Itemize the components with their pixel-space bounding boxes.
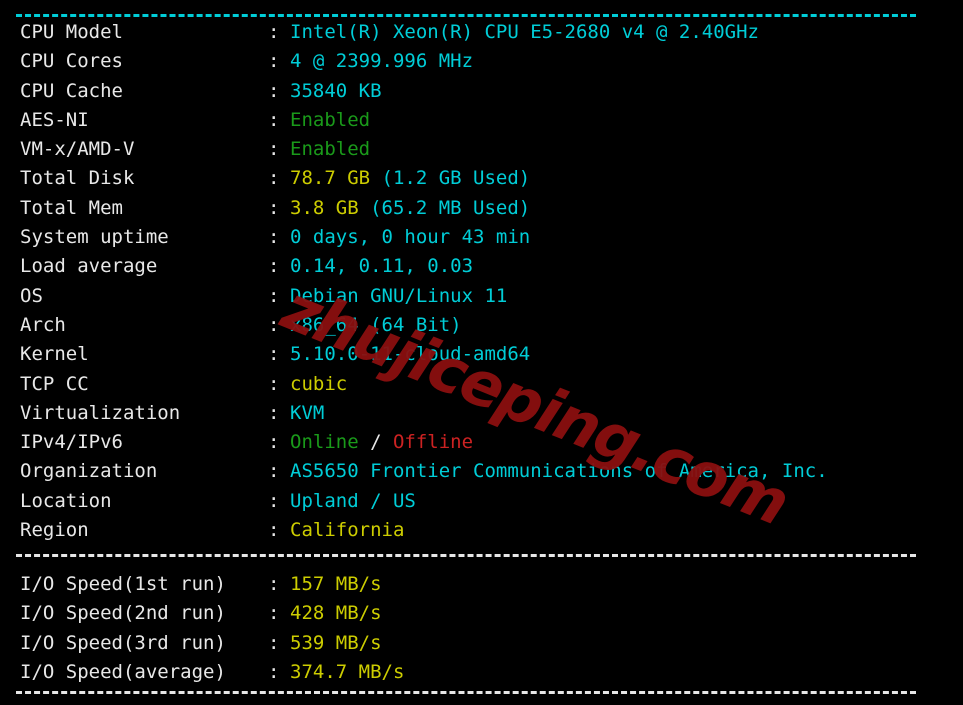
io-speed-block: I/O Speed(1st run):157 MB/s I/O Speed(2nd… <box>20 570 404 687</box>
info-value: 539 MB/s <box>290 631 382 654</box>
info-colon: : <box>268 196 280 219</box>
info-value: Online <box>290 431 359 454</box>
info-label: CPU Cores <box>20 50 123 73</box>
info-row: Location: Upland / US <box>20 487 828 516</box>
info-value: x86_64 (64 Bit) <box>290 313 462 336</box>
info-colon: : <box>268 138 280 161</box>
info-row: CPU Cores:4 @ 2399.996 MHz <box>20 47 828 76</box>
info-colon: : <box>268 519 280 542</box>
info-value: 3.8 GB <box>290 196 359 219</box>
info-label: OS <box>20 284 43 307</box>
info-value: 0 days, 0 hour 43 min <box>290 226 531 249</box>
info-label: AES-NI <box>20 108 89 131</box>
info-value: cubic <box>290 372 348 395</box>
info-label: I/O Speed(2nd run) <box>20 602 226 625</box>
info-value: 5.10.0-11-cloud-amd64 <box>290 343 531 366</box>
info-label: Load average <box>20 255 158 278</box>
separator-bottom <box>16 691 916 694</box>
info-label: I/O Speed(1st run) <box>20 573 226 595</box>
separator-top <box>16 14 916 17</box>
info-value: 374.7 MB/s <box>290 660 405 683</box>
info-value: KVM <box>290 401 325 424</box>
info-value: (1.2 GB Used) <box>370 167 531 190</box>
info-label: Virtualization <box>20 401 181 424</box>
info-row: System uptime:0 days, 0 hour 43 min <box>20 223 828 252</box>
info-label: CPU Model <box>20 21 123 43</box>
info-label: Total Mem <box>20 196 123 219</box>
info-colon: : <box>268 108 280 131</box>
info-value: 0.14, 0.11, 0.03 <box>290 255 474 278</box>
info-row: Organization: AS5650 Frontier Communicati… <box>20 457 828 486</box>
system-info-block: CPU Model: Intel(R) Xeon(R) CPU E5-2680 v… <box>20 18 828 545</box>
info-colon: : <box>268 401 280 424</box>
info-row: I/O Speed(average):374.7 MB/s <box>20 658 404 687</box>
info-colon: : <box>268 284 280 307</box>
info-value: California <box>290 519 405 542</box>
info-colon: : <box>268 431 280 454</box>
info-label: System uptime <box>20 226 169 249</box>
info-label: CPU Cache <box>20 79 123 102</box>
info-colon: : <box>268 226 280 249</box>
info-label: Kernel <box>20 343 89 366</box>
info-colon: : <box>268 460 280 483</box>
terminal-window: CPU Model: Intel(R) Xeon(R) CPU E5-2680 v… <box>0 0 963 705</box>
info-colon: : <box>268 372 280 395</box>
info-label: Location <box>20 489 112 512</box>
info-value: Debian GNU/Linux 11 <box>290 284 508 307</box>
info-value: 35840 KB <box>290 79 382 102</box>
info-colon: : <box>268 255 280 278</box>
info-value: Offline <box>392 431 474 454</box>
info-row: Total Mem:3.8 GB (65.2 MB Used) <box>20 194 828 223</box>
info-value: 428 MB/s <box>290 602 382 625</box>
info-label: Organization <box>20 460 158 483</box>
info-row: OS: Debian GNU/Linux 11 <box>20 282 828 311</box>
info-label: VM-x/AMD-V <box>20 138 135 161</box>
info-value: Upland / US <box>290 489 416 512</box>
info-colon: : <box>268 573 280 595</box>
info-colon: : <box>268 660 280 683</box>
info-row: Total Disk:78.7 GB (1.2 GB Used) <box>20 164 828 193</box>
info-label: Arch <box>20 313 66 336</box>
info-colon: : <box>268 50 280 73</box>
info-value: / <box>358 431 393 454</box>
info-value: Enabled <box>290 108 371 131</box>
info-row: I/O Speed(1st run):157 MB/s <box>20 570 404 599</box>
separator-middle <box>16 554 916 557</box>
info-colon: : <box>268 167 280 190</box>
info-colon: : <box>268 313 280 336</box>
info-row: Virtualization: KVM <box>20 399 828 428</box>
info-value: Enabled <box>290 138 371 161</box>
info-row: VM-x/AMD-V: Enabled <box>20 135 828 164</box>
info-label: Total Disk <box>20 167 135 190</box>
info-row: IPv4/IPv6: Online / Offline <box>20 428 828 457</box>
info-colon: : <box>268 343 280 366</box>
info-colon: : <box>268 602 280 625</box>
info-colon: : <box>268 21 280 43</box>
info-value: Intel(R) Xeon(R) CPU E5-2680 v4 @ 2.40GH… <box>290 21 759 43</box>
info-row: Arch: x86_64 (64 Bit) <box>20 311 828 340</box>
info-value: 78.7 GB <box>290 167 371 190</box>
info-value: AS5650 Frontier Communications of Americ… <box>290 460 828 483</box>
info-colon: : <box>268 631 280 654</box>
info-row: AES-NI: Enabled <box>20 106 828 135</box>
info-row: CPU Cache:35840 KB <box>20 77 828 106</box>
info-row: Kernel:5.10.0-11-cloud-amd64 <box>20 340 828 369</box>
info-value: 157 MB/s <box>290 573 382 595</box>
info-row: CPU Model: Intel(R) Xeon(R) CPU E5-2680 v… <box>20 18 828 47</box>
info-label: TCP CC <box>20 372 89 395</box>
info-value: (65.2 MB Used) <box>358 196 531 219</box>
info-row: I/O Speed(2nd run):428 MB/s <box>20 599 404 628</box>
info-label: IPv4/IPv6 <box>20 431 123 454</box>
info-colon: : <box>268 79 280 102</box>
info-row: Load average:0.14, 0.11, 0.03 <box>20 252 828 281</box>
info-label: I/O Speed(average) <box>20 660 226 683</box>
info-label: Region <box>20 519 89 542</box>
info-colon: : <box>268 489 280 512</box>
info-label: I/O Speed(3rd run) <box>20 631 226 654</box>
info-value: 4 @ 2399.996 MHz <box>290 50 474 73</box>
info-row: Region: California <box>20 516 828 545</box>
info-row: I/O Speed(3rd run):539 MB/s <box>20 629 404 658</box>
info-row: TCP CC: cubic <box>20 370 828 399</box>
